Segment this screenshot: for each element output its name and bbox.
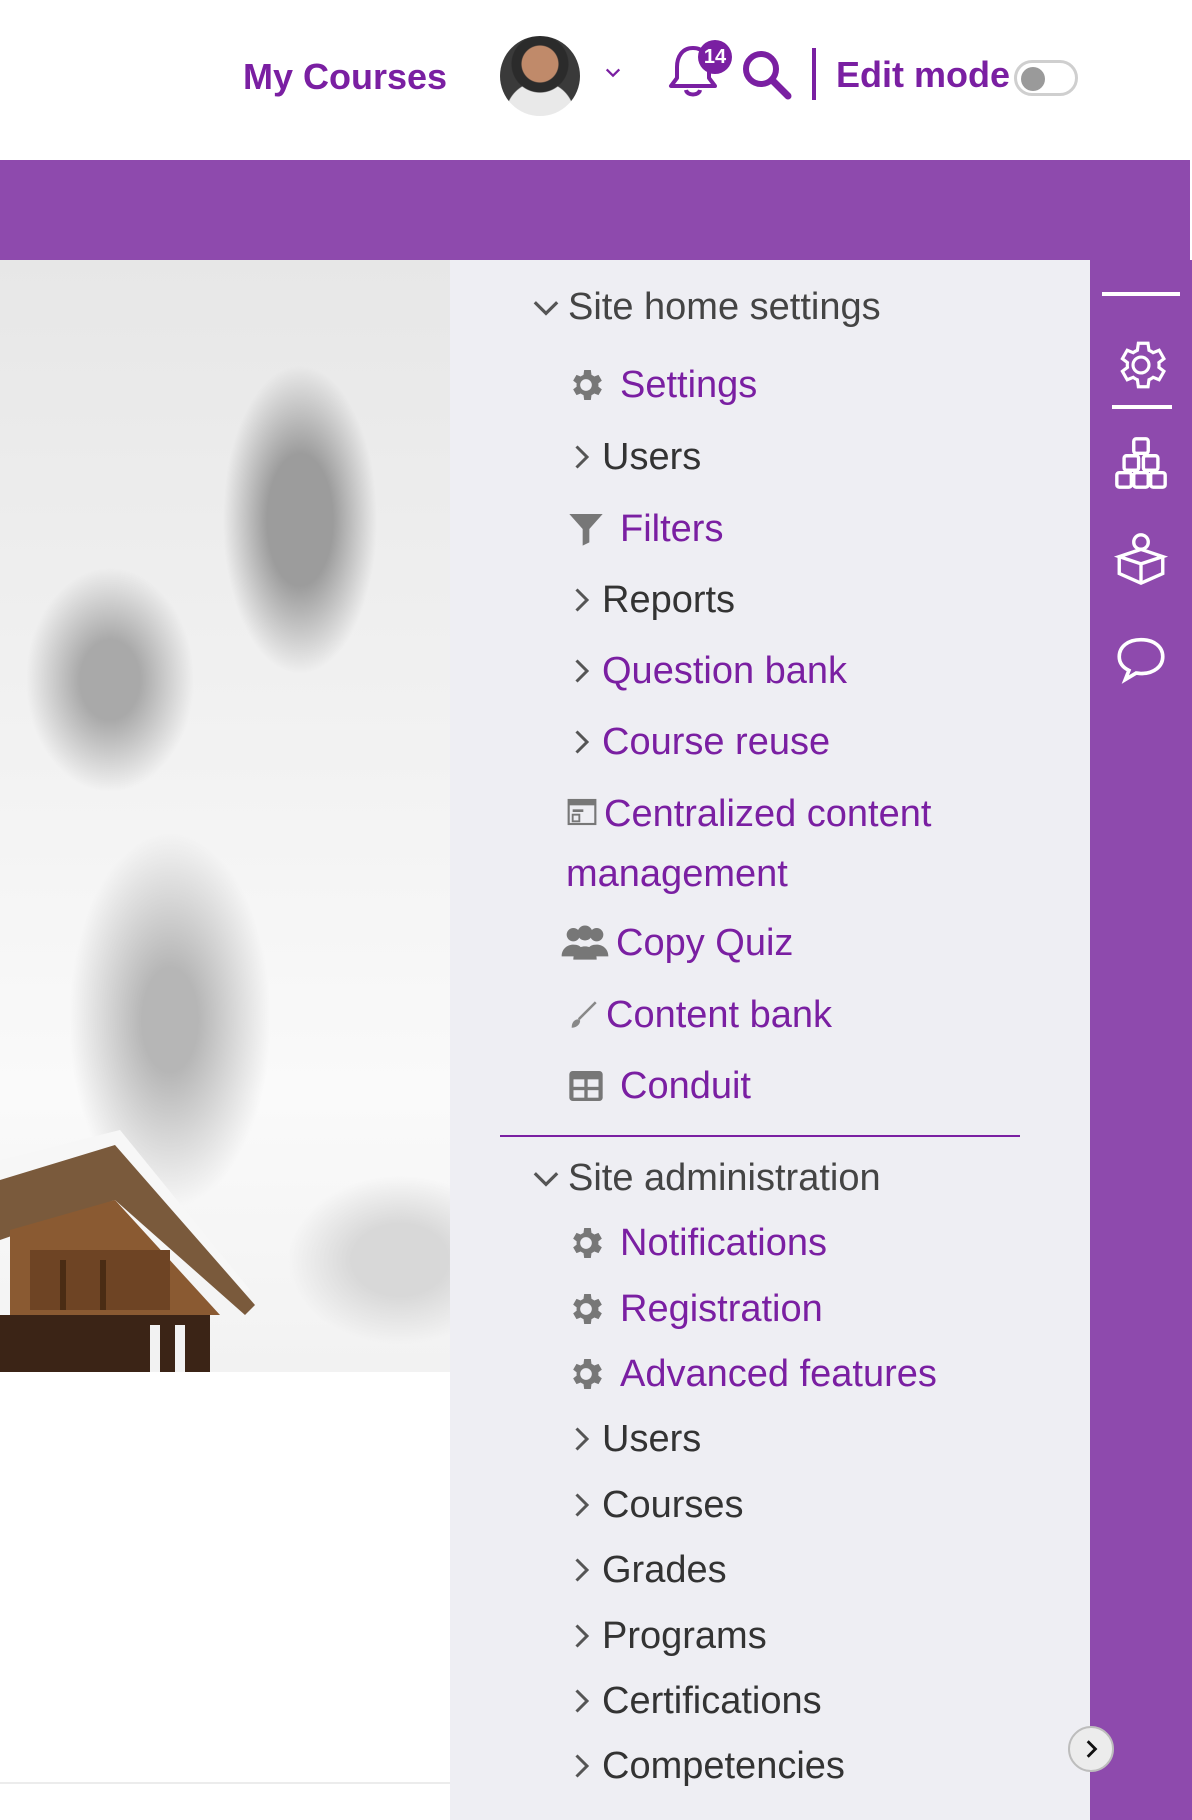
nav-admin-users[interactable]: Users bbox=[566, 1416, 701, 1462]
section-heading: Site home settings bbox=[568, 286, 881, 328]
settings-drawer bbox=[450, 260, 1090, 1820]
nav-label: Course reuse bbox=[602, 721, 831, 763]
nav-label: Content bank bbox=[606, 994, 833, 1036]
nav-label: Programs bbox=[602, 1615, 767, 1657]
filter-icon bbox=[566, 509, 606, 549]
course-box-icon[interactable] bbox=[1112, 530, 1170, 588]
rail-active-indicator bbox=[1112, 405, 1172, 409]
nav-reports[interactable]: Reports bbox=[566, 577, 735, 623]
nav-content-bank[interactable]: Content bank bbox=[566, 992, 832, 1038]
course-hero-image bbox=[0, 260, 450, 1372]
chevron-right-icon bbox=[566, 437, 596, 477]
chevron-right-icon bbox=[566, 1550, 596, 1590]
nav-label: Settings bbox=[620, 364, 758, 406]
chevron-right-icon bbox=[566, 1419, 596, 1459]
nav-label: Certifications bbox=[602, 1680, 822, 1722]
chevron-down-icon[interactable] bbox=[604, 64, 622, 82]
section-site-administration[interactable]: Site administration bbox=[530, 1155, 881, 1201]
nav-admin-certifications[interactable]: Certifications bbox=[566, 1678, 822, 1724]
edit-mode-toggle[interactable] bbox=[1014, 60, 1078, 96]
edit-mode-label: Edit mode bbox=[836, 54, 1011, 95]
my-courses-link[interactable]: My Courses bbox=[243, 56, 447, 98]
nav-question-bank[interactable]: Question bank bbox=[566, 648, 847, 694]
nav-centralized-content-management[interactable]: Centralized content management bbox=[566, 784, 996, 904]
rail-top-line bbox=[1102, 292, 1180, 296]
chevron-right-icon bbox=[566, 722, 596, 762]
section-divider bbox=[500, 1135, 1020, 1137]
nav-filters[interactable]: Filters bbox=[566, 506, 723, 552]
brush-icon bbox=[566, 995, 600, 1035]
page-header-banner bbox=[0, 160, 1190, 260]
chevron-right-icon bbox=[566, 1681, 596, 1721]
nav-label-wrap: Centralized content management bbox=[566, 784, 996, 904]
header-divider bbox=[812, 48, 816, 100]
chevron-right-icon bbox=[1086, 1740, 1098, 1758]
nav-label: Competencies bbox=[602, 1745, 845, 1787]
nav-label: Users bbox=[602, 436, 702, 478]
nav-label: Reports bbox=[602, 579, 736, 621]
nav-label: Conduit bbox=[620, 1065, 751, 1107]
snowy-hut-illustration bbox=[0, 1130, 255, 1372]
user-avatar[interactable] bbox=[500, 36, 580, 116]
toggle-knob bbox=[1021, 67, 1045, 91]
chevron-right-icon bbox=[566, 580, 596, 620]
chat-bubble-icon[interactable] bbox=[1112, 630, 1170, 688]
chevron-right-icon bbox=[566, 1485, 596, 1525]
chevron-down-icon bbox=[530, 287, 562, 327]
chevron-right-icon bbox=[566, 651, 596, 691]
nav-label: Copy Quiz bbox=[616, 922, 794, 964]
blocks-icon[interactable] bbox=[1112, 434, 1170, 492]
section-heading: Site administration bbox=[568, 1157, 881, 1199]
nav-label: Question bank bbox=[602, 650, 848, 692]
chevron-down-icon bbox=[530, 1158, 562, 1198]
nav-settings[interactable]: Settings bbox=[566, 362, 757, 408]
nav-notifications[interactable]: Notifications bbox=[566, 1220, 827, 1266]
gear-icon[interactable] bbox=[1112, 336, 1170, 394]
nav-admin-courses[interactable]: Courses bbox=[566, 1482, 744, 1528]
chevron-right-icon bbox=[566, 1616, 596, 1656]
gear-icon bbox=[566, 1289, 606, 1329]
gear-icon bbox=[566, 1354, 606, 1394]
table-icon bbox=[566, 1066, 606, 1106]
search-icon[interactable] bbox=[740, 48, 792, 100]
nav-label: Users bbox=[602, 1418, 702, 1460]
nav-label: Grades bbox=[602, 1549, 727, 1591]
users-group-icon bbox=[560, 923, 610, 963]
nav-conduit[interactable]: Conduit bbox=[566, 1063, 751, 1109]
nav-label: Filters bbox=[620, 508, 724, 550]
notification-count-badge: 14 bbox=[698, 40, 732, 74]
nav-label: Notifications bbox=[620, 1222, 827, 1264]
nav-course-reuse[interactable]: Course reuse bbox=[566, 719, 830, 765]
drawer-toggle-button[interactable] bbox=[1068, 1726, 1114, 1772]
nav-label: Registration bbox=[620, 1288, 823, 1330]
nav-admin-grades[interactable]: Grades bbox=[566, 1547, 727, 1593]
content-divider bbox=[0, 1782, 450, 1784]
top-navbar: My Courses 14 Edit mode bbox=[0, 0, 1192, 160]
nav-admin-programs[interactable]: Programs bbox=[566, 1613, 767, 1659]
section-site-home-settings[interactable]: Site home settings bbox=[530, 284, 881, 330]
nav-label: Centralized content management bbox=[566, 793, 932, 895]
nav-label: Courses bbox=[602, 1484, 744, 1526]
nav-registration[interactable]: Registration bbox=[566, 1286, 823, 1332]
content-management-icon bbox=[566, 794, 598, 830]
nav-admin-competencies[interactable]: Competencies bbox=[566, 1743, 845, 1789]
nav-copy-quiz[interactable]: Copy Quiz bbox=[560, 920, 793, 966]
chevron-right-icon bbox=[566, 1746, 596, 1786]
nav-label: Advanced features bbox=[620, 1353, 937, 1395]
nav-users[interactable]: Users bbox=[566, 434, 701, 480]
gear-icon bbox=[566, 1223, 606, 1263]
nav-advanced-features[interactable]: Advanced features bbox=[566, 1351, 937, 1397]
gear-icon bbox=[566, 365, 606, 405]
block-drawer-rail bbox=[1090, 260, 1192, 1820]
